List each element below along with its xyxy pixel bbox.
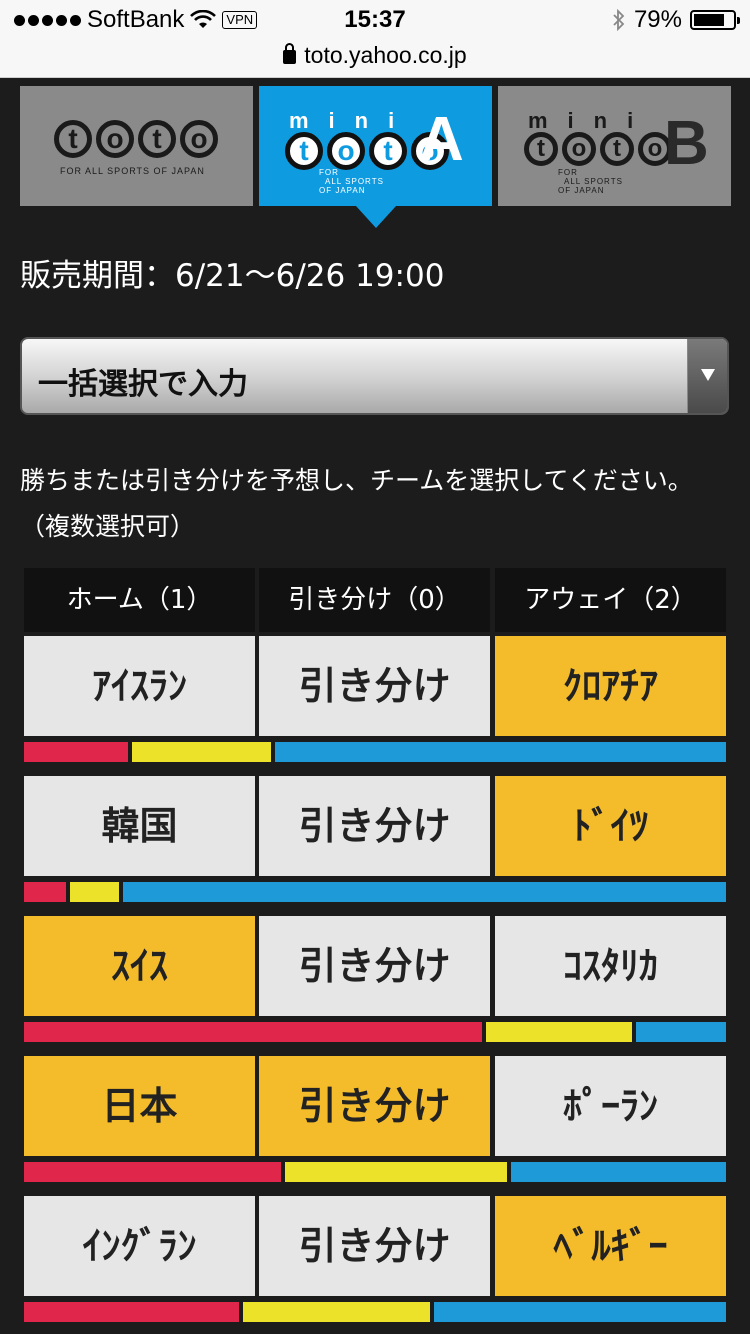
tab-letter-b: B	[664, 109, 709, 178]
match-draw-cell[interactable]: 引き分け	[259, 1196, 490, 1296]
url-bar[interactable]: toto.yahoo.co.jp	[0, 40, 750, 78]
match-away-cell[interactable]: ﾍﾞﾙｷﾞｰ	[495, 1196, 726, 1296]
vote-bar-away	[123, 882, 726, 902]
dropdown-arrow-box	[687, 339, 727, 413]
active-tab-pointer	[356, 206, 396, 228]
vote-bar-away	[511, 1162, 726, 1182]
bulk-select-dropdown[interactable]: 一括選択で入力	[20, 337, 729, 415]
vote-bar-draw	[243, 1302, 430, 1322]
bluetooth-icon	[613, 9, 625, 31]
vote-bar-draw	[285, 1162, 507, 1182]
vote-bar-away	[636, 1022, 726, 1042]
battery-icon	[690, 10, 740, 30]
tagline-line3: OF JAPAN	[558, 186, 605, 195]
sale-period: 販売期間：6/21〜6/26 19:00	[20, 258, 445, 294]
match-draw-cell[interactable]: 引き分け	[259, 916, 490, 1016]
match-home-cell[interactable]: 韓国	[24, 776, 255, 876]
logo-letter: o	[327, 132, 365, 170]
logo-letter: t	[285, 132, 323, 170]
battery-level	[694, 14, 725, 26]
match-draw-cell[interactable]: 引き分け	[259, 776, 490, 876]
match-away-cell[interactable]: ﾄﾞｲﾂ	[495, 776, 726, 876]
match-home-cell[interactable]: ｽｲｽ	[24, 916, 255, 1016]
tagline-line1: FOR	[558, 168, 578, 177]
bulk-select-label: 一括選択で入力	[38, 367, 248, 402]
vote-bar-draw	[70, 882, 119, 902]
toto-tagline: FOR ALL SPORTS OF JAPAN	[60, 166, 205, 176]
url-text: toto.yahoo.co.jp	[304, 42, 467, 68]
match-away-cell[interactable]: ｸﾛｱﾁｱ	[495, 636, 726, 736]
vote-bar-home	[24, 1162, 281, 1182]
tab-letter-a: A	[419, 105, 464, 174]
tagline-line2: ALL SPORTS	[564, 177, 623, 186]
logo-letter: o	[96, 120, 134, 158]
match-draw-cell[interactable]: 引き分け	[259, 1056, 490, 1156]
match-away-cell[interactable]: ｺｽﾀﾘｶ	[495, 916, 726, 1016]
chevron-down-icon	[701, 369, 715, 381]
mini-label: mini	[289, 108, 415, 133]
tagline-line2: ALL SPORTS	[325, 177, 384, 186]
vote-bar-away	[275, 742, 726, 762]
logo-letter: o	[180, 120, 218, 158]
tab-toto[interactable]: t o t o FOR ALL SPORTS OF JAPAN	[20, 86, 253, 206]
tagline-line1: FOR	[319, 168, 339, 177]
header-away: アウェイ（2）	[495, 568, 726, 632]
product-tabs: t o t o FOR ALL SPORTS OF JAPAN mini t o…	[20, 86, 731, 228]
vote-bar-home	[24, 882, 66, 902]
match-home-cell[interactable]: ｲﾝｸﾞﾗﾝ	[24, 1196, 255, 1296]
vote-bar-home	[24, 742, 128, 762]
battery-percent: 79%	[633, 6, 682, 33]
header-home: ホーム（1）	[24, 568, 255, 632]
vote-bar-draw	[132, 742, 271, 762]
logo-letter: o	[562, 132, 596, 166]
logo-letter: t	[138, 120, 176, 158]
status-bar: SoftBank VPN 15:37 79%	[0, 0, 750, 40]
match-draw-cell[interactable]: 引き分け	[259, 636, 490, 736]
match-home-cell[interactable]: 日本	[24, 1056, 255, 1156]
vote-bar-home	[24, 1302, 239, 1322]
logo-letter: t	[600, 132, 634, 166]
tab-mini-toto-b[interactable]: mini t o t o FOR ALL SPORTS OF JAPAN B	[498, 86, 731, 206]
status-right: 79%	[612, 6, 740, 34]
lock-icon	[283, 43, 297, 64]
instruction-text: 勝ちまたは引き分けを予想し、チームを選択してください。（複数選択可）	[20, 466, 693, 541]
vote-bar-home	[24, 1022, 482, 1042]
tagline-line3: OF JAPAN	[319, 186, 366, 195]
logo-letter: t	[54, 120, 92, 158]
toto-logo: t o t o	[54, 120, 218, 158]
tab-mini-toto-a[interactable]: mini t o t o FOR ALL SPORTS OF JAPAN A	[259, 86, 492, 228]
mini-label: mini	[528, 108, 654, 133]
logo-letter: t	[369, 132, 407, 170]
header-draw: 引き分け（0）	[259, 568, 490, 632]
logo-letter: t	[524, 132, 558, 166]
vote-bar-draw	[486, 1022, 632, 1042]
match-home-cell[interactable]: ｱｲｽﾗﾝ	[24, 636, 255, 736]
mini-toto-b-logo: t o t o	[524, 132, 672, 166]
vote-bar-away	[434, 1302, 726, 1322]
match-away-cell[interactable]: ﾎﾟｰﾗﾝ	[495, 1056, 726, 1156]
